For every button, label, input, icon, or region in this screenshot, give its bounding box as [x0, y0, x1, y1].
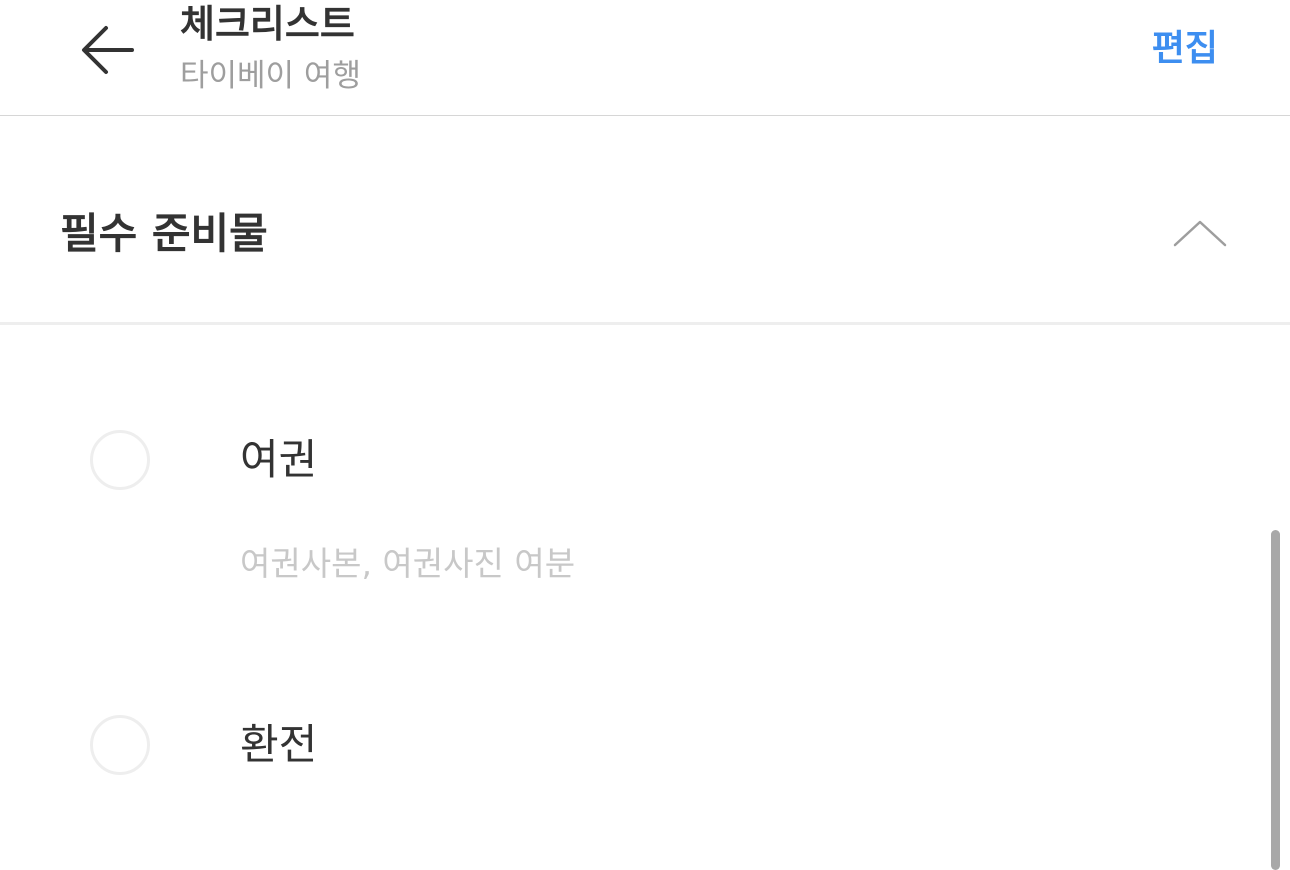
chevron-up-icon [1173, 220, 1227, 247]
item-checkbox[interactable] [90, 430, 150, 490]
list-item: 여권 여권사본, 여권사진 여분 [0, 410, 1270, 610]
list-item: 환전 [0, 695, 1270, 815]
page-subtitle: 타이베이 여행 [180, 58, 361, 94]
section-title: 필수 준비물 [60, 209, 268, 258]
item-note: 여권사본, 여권사진 여분 [240, 544, 576, 583]
page-title: 체크리스트 [180, 2, 355, 46]
item-checkbox[interactable] [90, 715, 150, 775]
item-label: 환전 [240, 720, 318, 769]
arrow-left-icon [82, 26, 134, 74]
section-header-essentials[interactable]: 필수 준비물 [0, 117, 1290, 325]
edit-button[interactable]: 편집 [1152, 26, 1218, 72]
scrollbar[interactable] [1271, 530, 1280, 870]
item-label: 여권 [240, 435, 318, 484]
back-button[interactable] [78, 20, 138, 80]
collapse-toggle[interactable] [1172, 217, 1228, 253]
app-header: 체크리스트 타이베이 여행 편집 [0, 0, 1290, 116]
